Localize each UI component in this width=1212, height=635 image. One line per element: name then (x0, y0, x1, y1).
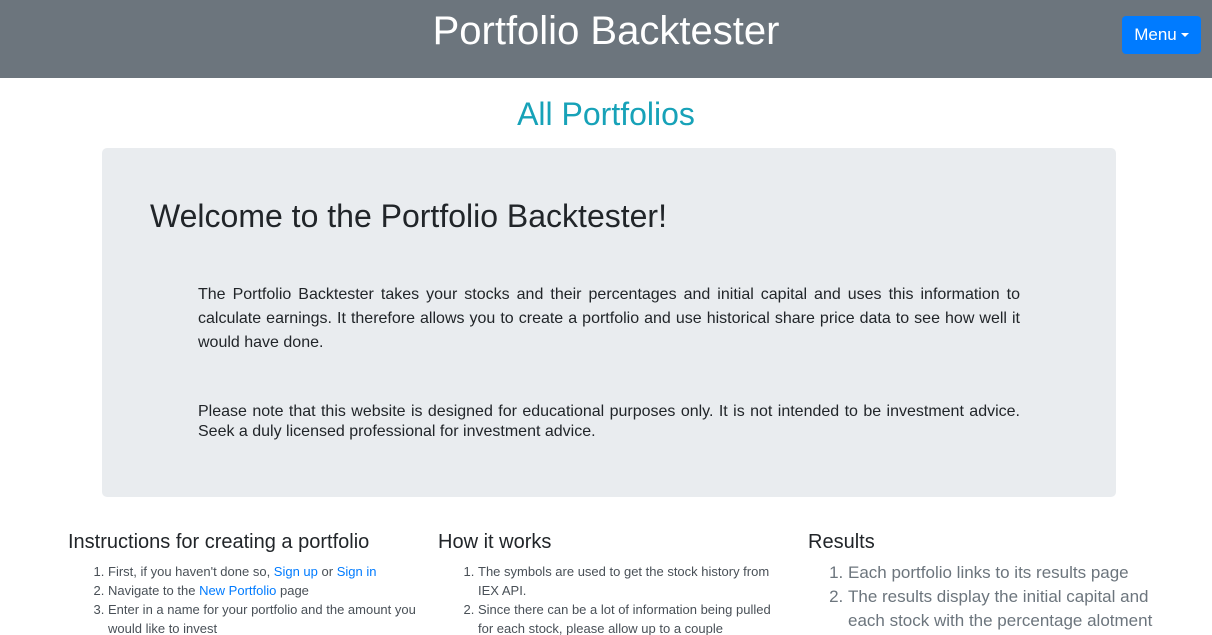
new-portfolio-link[interactable]: New Portfolio (199, 583, 276, 598)
list-item: Each portfolio links to its results page (848, 561, 1168, 585)
instructions-section: Instructions for creating a portfolio Fi… (68, 530, 418, 635)
instructions-title: Instructions for creating a portfolio (68, 531, 370, 553)
instructions-list: First, if you haven't done so, Sign up o… (68, 562, 418, 635)
step-text: page (276, 583, 309, 598)
sign-in-link[interactable]: Sign in (337, 564, 377, 579)
list-item: Navigate to the New Portfolio page (108, 581, 418, 600)
disclaimer-paragraph: Please note that this website is designe… (198, 403, 1020, 440)
menu-button[interactable]: Menu (1122, 16, 1201, 54)
results-title: Results (808, 531, 875, 553)
results-section: Results Each portfolio links to its resu… (808, 530, 1168, 633)
caret-down-icon (1181, 33, 1189, 37)
intro-paragraph: The Portfolio Backtester takes your stoc… (198, 286, 1020, 351)
list-item: The symbols are used to get the stock hi… (478, 562, 788, 600)
page-heading: All Portfolios (517, 96, 695, 132)
sign-up-link[interactable]: Sign up (274, 564, 318, 579)
menu-label: Menu (1134, 25, 1177, 44)
list-item: Enter in a name for your portfolio and t… (108, 600, 418, 635)
how-it-works-section: How it works The symbols are used to get… (438, 530, 788, 635)
welcome-title: Welcome to the Portfolio Backtester! (150, 198, 667, 234)
list-item: First, if you haven't done so, Sign up o… (108, 562, 418, 581)
list-item: Since there can be a lot of information … (478, 600, 788, 635)
step-text: Navigate to the (108, 583, 200, 598)
site-title: Portfolio Backtester (432, 9, 780, 53)
step-text: or (317, 564, 337, 579)
welcome-jumbotron: Welcome to the Portfolio Backtester! The… (102, 148, 1116, 497)
navbar: Portfolio Backtester Menu (0, 0, 1212, 78)
results-list: Each portfolio links to its results page… (808, 561, 1168, 633)
how-it-works-list: The symbols are used to get the stock hi… (438, 562, 788, 635)
list-item: The results display the initial capital … (848, 585, 1168, 633)
how-it-works-title: How it works (438, 531, 552, 553)
step-text: First, if you haven't done so, (108, 564, 274, 579)
